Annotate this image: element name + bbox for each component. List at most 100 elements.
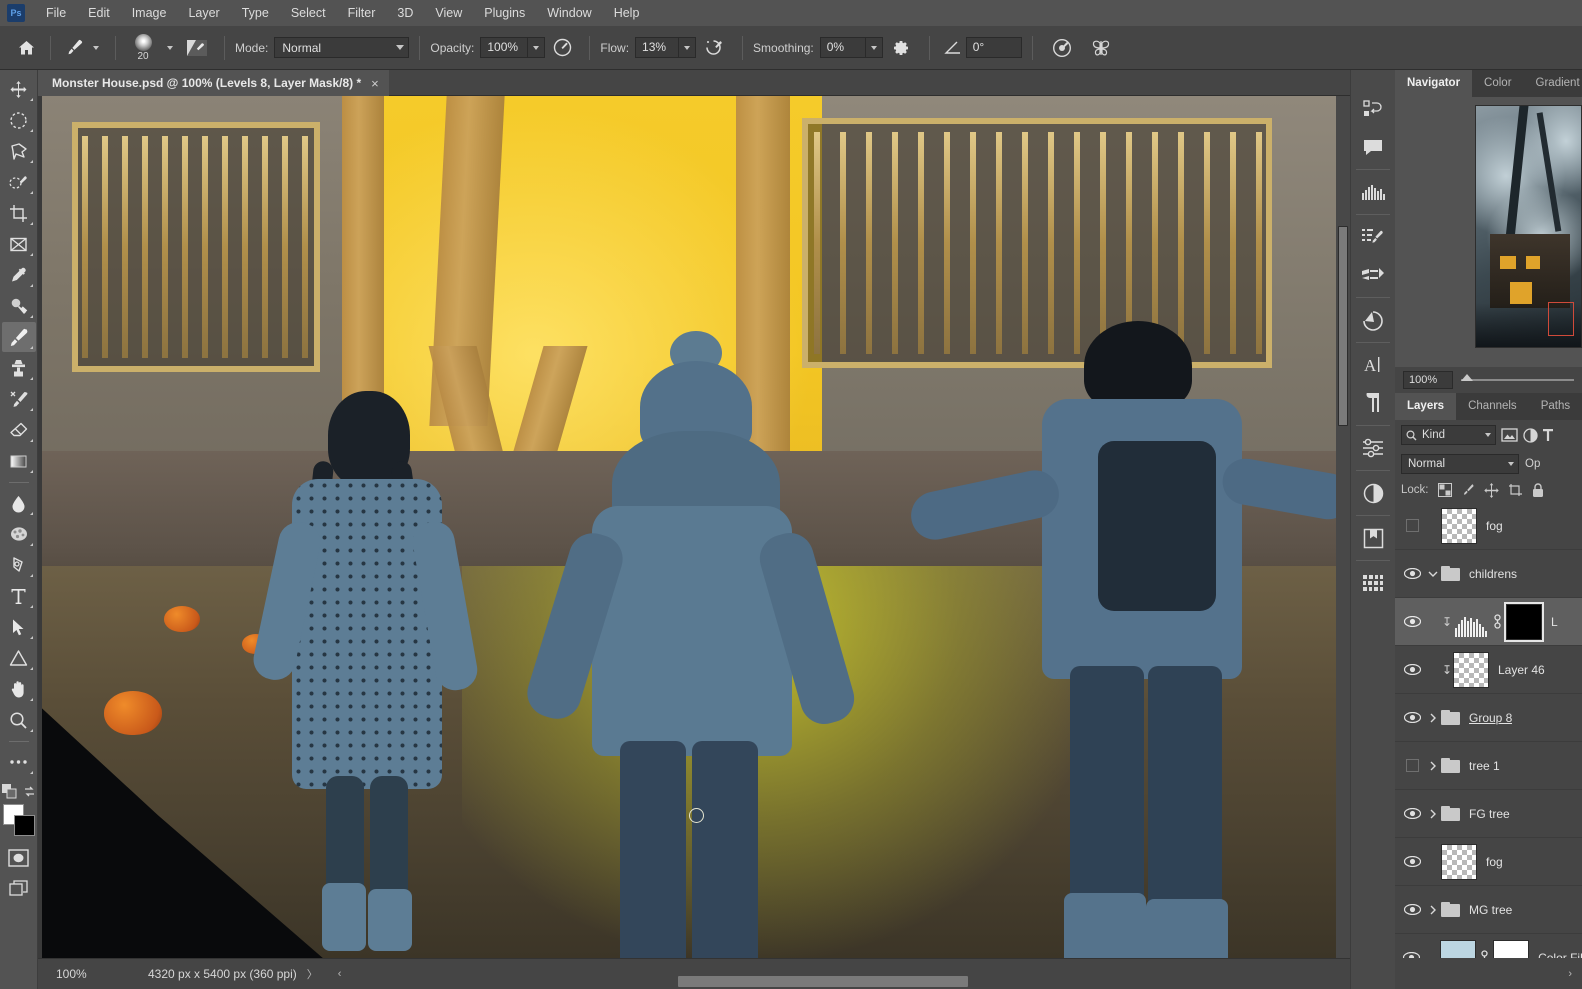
group-expand-toggle[interactable] [1425,905,1441,915]
tab-layers[interactable]: Layers [1395,393,1457,420]
menu-image[interactable]: Image [121,3,178,23]
zoom-tool[interactable] [2,705,36,735]
healing-brush-tool[interactable] [2,291,36,321]
object-selection-tool[interactable] [2,167,36,197]
layer-visibility-toggle[interactable] [1399,616,1425,627]
table-row[interactable]: childrens [1395,550,1582,598]
group-expand-toggle[interactable] [1425,809,1441,819]
menu-plugins[interactable]: Plugins [473,3,536,23]
table-row[interactable]: fog [1395,838,1582,886]
layer-name[interactable]: MG tree [1469,903,1512,917]
status-zoom-level[interactable]: 100% [56,967,148,981]
crop-tool[interactable] [2,198,36,228]
eyedropper-tool[interactable] [2,260,36,290]
table-row[interactable]: ↧ L [1395,598,1582,646]
navigator-zoom-slider-handle[interactable] [1461,374,1473,381]
histogram-panel-icon[interactable] [1354,173,1392,211]
blur-tool[interactable] [2,488,36,518]
navigator-view-box[interactable] [1548,302,1574,336]
layer-visibility-toggle[interactable] [1399,664,1425,675]
scrollbar-thumb[interactable] [1338,226,1348,426]
swap-colors-icon[interactable] [23,785,36,798]
airbrush-icon[interactable] [696,38,732,57]
lock-all-icon[interactable] [1532,482,1544,498]
layer-thumbnail[interactable] [1441,507,1477,544]
layer-visibility-toggle[interactable] [1399,856,1425,867]
group-expand-toggle[interactable] [1425,713,1441,723]
layer-name[interactable]: tree 1 [1469,759,1500,773]
libraries-panel-icon[interactable] [1354,519,1392,557]
menu-window[interactable]: Window [536,3,602,23]
shape-tool[interactable] [2,643,36,673]
layer-name[interactable]: fog [1486,519,1503,533]
home-icon[interactable] [12,40,40,56]
gear-icon[interactable] [883,39,919,57]
marquee-tool[interactable] [2,105,36,135]
gradient-tool[interactable] [2,446,36,476]
hand-tool[interactable] [2,674,36,704]
menu-3d[interactable]: 3D [386,3,424,23]
document-tab[interactable]: Monster House.psd @ 100% (Levels 8, Laye… [38,70,389,96]
layer-name[interactable]: Layer 46 [1498,663,1545,677]
frame-tool[interactable] [2,229,36,259]
type-tool[interactable] [2,581,36,611]
adjustments-panel-icon[interactable] [1354,474,1392,512]
table-row[interactable]: ↧ Layer 46 [1395,646,1582,694]
move-tool[interactable] [2,74,36,104]
tab-color[interactable]: Color [1472,70,1524,97]
levels-adjustment-thumbnail[interactable] [1453,607,1489,637]
menu-file[interactable]: File [35,3,77,23]
lock-artboard-nesting-icon[interactable] [1508,483,1523,497]
lock-transparent-pixels-icon[interactable] [1437,483,1452,497]
color-swatches[interactable] [2,803,36,837]
navigator-zoom-input[interactable]: 100% [1403,371,1453,389]
brush-presets-panel-icon[interactable] [1354,256,1392,294]
clone-stamp-tool[interactable] [2,353,36,383]
history-panel-icon[interactable] [1354,90,1392,128]
edit-toolbar-button[interactable] [2,747,36,777]
layer-name[interactable]: FG tree [1469,807,1510,821]
layer-name[interactable]: fog [1486,855,1503,869]
menu-view[interactable]: View [424,3,473,23]
character-panel-icon[interactable]: A [1354,346,1392,384]
dodge-tool[interactable] [2,519,36,549]
brush-preset-picker[interactable]: 20 [126,33,160,62]
layer-blend-mode-select[interactable]: Normal [1401,454,1519,474]
paths-panel-icon[interactable] [1354,301,1392,339]
flow-input[interactable]: 13% [635,37,680,58]
history-brush-tool[interactable] [2,384,36,414]
menu-layer[interactable]: Layer [177,3,230,23]
patterns-panel-icon[interactable] [1354,564,1392,602]
table-row[interactable]: FG tree [1395,790,1582,838]
brush-tool[interactable] [1,322,36,352]
brush-icon[interactable] [61,38,87,57]
tab-navigator[interactable]: Navigator [1395,70,1473,97]
group-expand-toggle[interactable] [1425,761,1441,771]
comments-panel-icon[interactable] [1354,128,1392,166]
layer-thumbnail[interactable] [1453,651,1489,688]
smoothing-slider-caret-icon[interactable] [865,37,883,58]
layer-visibility-toggle[interactable] [1399,519,1425,532]
menu-type[interactable]: Type [231,3,280,23]
type-filter-icon[interactable] [1543,428,1553,442]
tab-gradient[interactable]: Gradient [1523,70,1582,97]
tab-channels[interactable]: Channels [1456,393,1529,420]
lasso-tool[interactable] [2,136,36,166]
status-expand-arrow-icon[interactable]: 〉 [307,966,318,982]
background-color-swatch[interactable] [13,815,35,836]
status-right-arrow-icon[interactable]: › [1568,968,1572,980]
properties-panel-icon[interactable] [1354,429,1392,467]
lock-image-pixels-icon[interactable] [1461,483,1475,497]
layer-visibility-toggle[interactable] [1399,808,1425,819]
paragraph-panel-icon[interactable] [1354,384,1392,422]
layer-visibility-toggle[interactable] [1399,759,1425,772]
navigator-zoom-slider[interactable] [1461,374,1574,381]
layer-mask-thumbnail[interactable] [1504,601,1544,642]
pressure-opacity-icon[interactable] [545,38,579,57]
default-colors-icon[interactable] [1,784,17,799]
table-row[interactable]: fog [1395,502,1582,550]
quick-mask-toggle[interactable] [2,843,36,873]
menu-select[interactable]: Select [280,3,337,23]
layer-name[interactable]: L [1551,615,1558,629]
status-left-arrow-icon[interactable]: ‹ [338,968,342,980]
